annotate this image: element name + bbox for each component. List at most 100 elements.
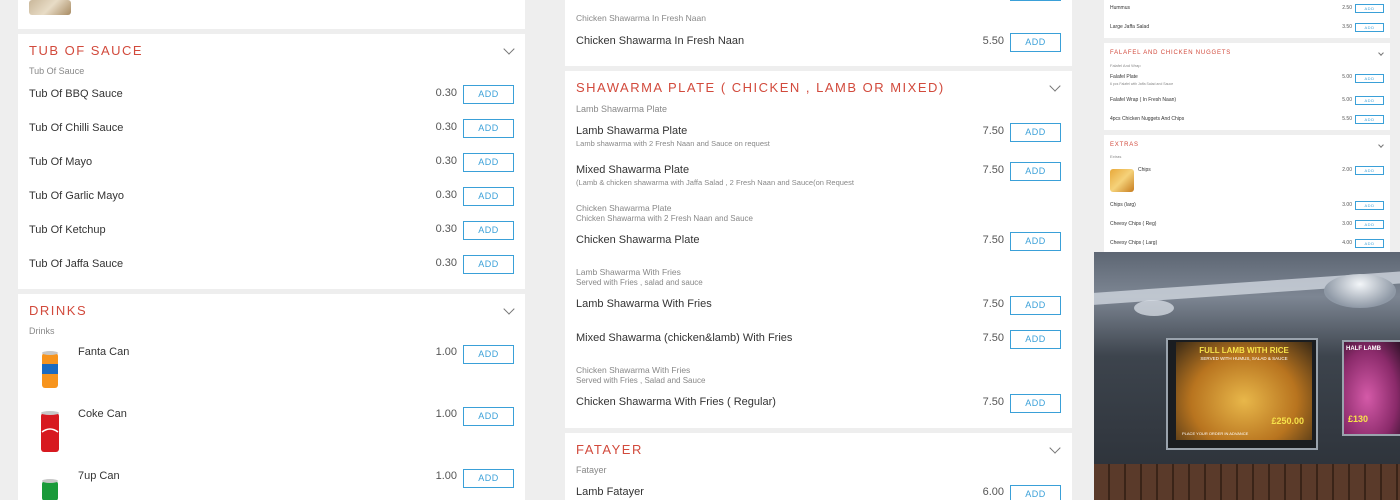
add-button[interactable]: ADD xyxy=(1355,220,1384,229)
add-button[interactable]: ADD xyxy=(1010,330,1061,349)
add-button[interactable]: ADD xyxy=(1355,23,1384,32)
add-button[interactable]: ADD xyxy=(1355,74,1384,83)
light-fixture xyxy=(1324,274,1396,308)
item-group-description: Served with Fries , salad and sauce xyxy=(576,278,703,287)
item-price: 2.00 xyxy=(1342,167,1352,173)
item-price: 7.50 xyxy=(982,234,1004,246)
item-price: 5.50 xyxy=(982,35,1004,47)
chevron-down-icon[interactable] xyxy=(1049,80,1061,92)
add-button[interactable]: ADD xyxy=(463,345,514,364)
add-button[interactable]: ADD xyxy=(463,119,514,138)
add-button[interactable]: ADD xyxy=(463,153,514,172)
add-button[interactable]: ADD xyxy=(1010,296,1061,315)
chevron-down-icon[interactable] xyxy=(503,303,515,315)
chevron-down-icon[interactable] xyxy=(503,43,515,55)
add-button[interactable]: ADD xyxy=(1355,201,1384,210)
counter xyxy=(1094,464,1400,500)
add-button[interactable]: ADD xyxy=(463,469,514,488)
item-name: Chicken Shawarma Plate xyxy=(576,234,700,246)
item-price: 1.00 xyxy=(435,346,457,358)
add-button[interactable]: ADD xyxy=(463,85,514,104)
add-button[interactable]: ADD xyxy=(1010,33,1061,52)
item-price: 7.50 xyxy=(982,332,1004,344)
item-price: 4.00 xyxy=(1342,240,1352,246)
item-name: Cheesy Chips ( Reg) xyxy=(1110,221,1157,227)
section-title[interactable]: Shawarma Plate ( Chicken , Lamb Or Mixed… xyxy=(576,80,945,95)
section-fatayer: Fatayer Fatayer Lamb Fatayer 6.00 ADD xyxy=(565,433,1072,500)
fanta-can-image xyxy=(42,351,58,388)
add-button[interactable]: ADD xyxy=(1355,115,1384,124)
menu-item: Tub Of Chilli Sauce 0.30 ADD xyxy=(18,118,525,142)
poster-footer: PLACE YOUR ORDER IN ADVANCE xyxy=(1182,431,1249,436)
add-button[interactable]: ADD xyxy=(1010,162,1061,181)
item-price: 0.30 xyxy=(435,87,457,99)
item-description: (Lamb & chicken shawarma with Jaffa Sala… xyxy=(576,178,854,187)
item-name: Large Jaffa Salad xyxy=(1110,24,1150,30)
item-price: 7.50 xyxy=(982,164,1004,176)
item-name: Tub Of Garlic Mayo xyxy=(29,190,124,202)
menu-item: Tub Of Garlic Mayo 0.30 ADD xyxy=(18,186,525,210)
add-button[interactable]: ADD xyxy=(1010,0,1061,1)
item-price: 0.30 xyxy=(435,121,457,133)
section-title[interactable]: Fatayer xyxy=(576,442,643,457)
item-price: 5.00 xyxy=(1342,74,1352,80)
add-button[interactable]: ADD xyxy=(1355,4,1384,13)
menu-item: Coke Can 1.00 ADD xyxy=(18,406,525,458)
item-name: Tub Of BBQ Sauce xyxy=(29,88,123,100)
poster-price: £130 xyxy=(1348,414,1369,424)
section-subtitle: Tub Of Sauce xyxy=(29,66,85,76)
shawarma-naan-card: ADD Chicken Shawarma In Fresh Naan Chick… xyxy=(565,0,1072,66)
section-subtitle: Fatayer xyxy=(576,465,607,475)
item-group-name: Chicken Shawarma Plate xyxy=(576,203,672,213)
add-button[interactable]: ADD xyxy=(1355,96,1384,105)
add-button[interactable]: ADD xyxy=(463,221,514,240)
section-title[interactable]: Extras xyxy=(1110,142,1139,148)
menu-item: Tub Of BBQ Sauce 0.30 ADD xyxy=(18,84,525,108)
item-price: 1.00 xyxy=(435,470,457,482)
item-name: Mixed Shawarma (chicken&lamb) With Fries xyxy=(576,332,793,344)
poster-price: £250.00 xyxy=(1271,416,1304,426)
add-button[interactable]: ADD xyxy=(1355,239,1384,248)
poster-right: HALF LAMB £130 xyxy=(1342,340,1400,436)
menu-item: Fanta Can 1.00 ADD xyxy=(18,344,525,396)
section-subtitle: Lamb Shawarma Plate xyxy=(576,104,668,114)
item-name: Mixed Shawarma Plate xyxy=(576,164,690,176)
shop-photo: FULL LAMB WITH RICE SERVED WITH HUMUS, S… xyxy=(1094,252,1400,500)
item-price: 0.30 xyxy=(435,257,457,269)
menu-item: 7up Can 1.00 ADD xyxy=(18,468,525,500)
add-button[interactable]: ADD xyxy=(463,407,514,426)
item-name: Lamb Fatayer xyxy=(576,486,644,498)
item-name: Falafel Plate xyxy=(1110,74,1138,80)
item-price: 1.00 xyxy=(435,408,457,420)
item-name: Coke Can xyxy=(78,408,127,420)
section-title[interactable]: Drinks xyxy=(29,303,87,318)
item-group-description: Served with Fries , Salad and Sauce xyxy=(576,376,706,385)
poster-subtitle: SERVED WITH HUMUS, SALAD & SAUCE xyxy=(1200,356,1288,361)
add-button[interactable]: ADD xyxy=(463,255,514,274)
add-button[interactable]: ADD xyxy=(1355,166,1384,175)
add-button[interactable]: ADD xyxy=(463,187,514,206)
item-name: Tub Of Jaffa Sauce xyxy=(29,258,124,270)
previous-section-card xyxy=(18,0,525,29)
item-name: Cheesy Chips ( Larg) xyxy=(1110,240,1158,246)
menu-item: Tub Of Jaffa Sauce 0.30 ADD xyxy=(18,254,525,278)
section-title[interactable]: Falafel And Chicken Nuggets xyxy=(1110,50,1231,56)
item-price: 0.30 xyxy=(435,189,457,201)
item-name: Chips xyxy=(1138,167,1151,173)
7up-can-image xyxy=(42,479,58,500)
add-button[interactable]: ADD xyxy=(1010,394,1061,413)
chevron-down-icon[interactable] xyxy=(1378,50,1384,56)
add-button[interactable]: ADD xyxy=(1010,232,1061,251)
chevron-down-icon[interactable] xyxy=(1049,442,1061,454)
section-title[interactable]: Tub Of Sauce xyxy=(29,43,143,58)
section-drinks: Drinks Drinks Fanta Can 1.00 ADD Coke Ca… xyxy=(18,294,525,500)
add-button[interactable]: ADD xyxy=(1010,485,1061,500)
item-name: Lamb Shawarma With Fries xyxy=(576,298,712,310)
section-extras: Extras Extras Chips 2.00 ADD Chips (larg… xyxy=(1104,135,1390,252)
item-price: 5.50 xyxy=(1342,116,1352,122)
middle-column: ADD Chicken Shawarma In Fresh Naan Chick… xyxy=(548,0,1090,500)
item-name: 4pcs Chicken Nuggets And Chips xyxy=(1110,116,1185,122)
add-button[interactable]: ADD xyxy=(1010,123,1061,142)
item-price: 6.00 xyxy=(982,486,1004,498)
chevron-down-icon[interactable] xyxy=(1378,142,1384,148)
